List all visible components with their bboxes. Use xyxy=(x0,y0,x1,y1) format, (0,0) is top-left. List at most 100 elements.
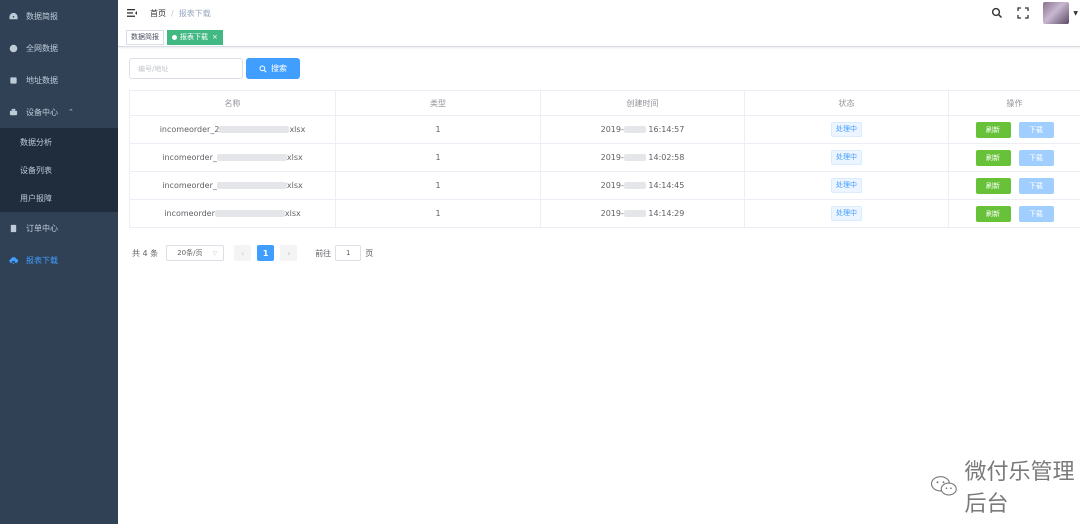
breadcrumb: 首页 / 报表下载 xyxy=(150,8,211,19)
cell-actions: 刷新 下载 xyxy=(948,115,1080,144)
sidebar-item-label: 地址数据 xyxy=(26,75,58,85)
sidebar-item-device-center[interactable]: 设备中心 ⌃ xyxy=(0,96,118,128)
column-header-status: 状态 xyxy=(744,90,949,116)
redacted-text xyxy=(623,154,646,161)
prev-page-button[interactable]: ‹ xyxy=(234,245,252,261)
column-header-created-time: 创建时间 xyxy=(540,90,745,116)
table-row: incomeorder_2 xlsx 1 2019- 16:14:57 处理中 刷… xyxy=(129,115,1080,144)
cell-created-time: 2019- 14:14:29 xyxy=(540,199,745,228)
cell-name: incomeorder_2 xlsx xyxy=(129,115,336,144)
cell-type: 1 xyxy=(335,143,541,172)
search-bar: 搜索 xyxy=(129,58,300,79)
tags-view: 数据简报 报表下载 × xyxy=(118,28,1080,47)
column-header-type: 类型 xyxy=(335,90,541,116)
sidebar-item-label: 全网数据 xyxy=(26,43,58,53)
globe-icon xyxy=(8,43,18,53)
tag-label: 报表下载 xyxy=(180,33,208,41)
cell-actions: 刷新 下载 xyxy=(948,199,1080,228)
search-icon xyxy=(259,64,267,73)
search-icon[interactable] xyxy=(991,7,1003,19)
sidebar-item-label: 设备中心 xyxy=(26,107,58,117)
sidebar-item-label: 设备列表 xyxy=(20,165,52,175)
search-button-label: 搜索 xyxy=(271,64,287,73)
sidebar-item-label: 订单中心 xyxy=(26,223,58,233)
report-table: 名称 类型 创建时间 状态 操作 incomeorder_2 xlsx 1 201… xyxy=(129,90,1080,228)
goto-suffix: 页 xyxy=(365,248,374,258)
chevron-down-icon: ▽ xyxy=(212,249,218,257)
breadcrumb-separator: / xyxy=(171,8,174,18)
cell-type: 1 xyxy=(335,171,541,200)
cell-name: incomeorder xlsx xyxy=(129,199,336,228)
database-icon xyxy=(8,75,18,85)
status-badge: 处理中 xyxy=(831,150,862,165)
fullscreen-icon[interactable] xyxy=(1017,7,1030,19)
sidebar-item-label: 数据分析 xyxy=(20,137,52,147)
table-row: incomeorder_ xlsx 1 2019- 14:14:45 处理中 刷新… xyxy=(129,171,1080,200)
hamburger-icon[interactable] xyxy=(126,7,138,19)
tag-report-download[interactable]: 报表下载 × xyxy=(167,29,223,45)
cell-actions: 刷新 下载 xyxy=(948,171,1080,200)
tag-dashboard[interactable]: 数据简报 xyxy=(126,29,164,45)
sidebar-item-order-center[interactable]: 订单中心 xyxy=(0,212,118,244)
watermark-text: 微付乐管理后台 xyxy=(964,460,1075,517)
refresh-button[interactable]: 刷新 xyxy=(975,149,1011,166)
sidebar-item-dashboard[interactable]: 数据简报 xyxy=(0,0,118,32)
status-badge: 处理中 xyxy=(831,122,862,137)
download-button[interactable]: 下载 xyxy=(1018,205,1054,222)
redacted-text xyxy=(623,210,646,217)
wechat-icon xyxy=(930,476,957,496)
table-row: incomeorder_ xlsx 1 2019- 14:02:58 处理中 刷新… xyxy=(129,143,1080,172)
redacted-text xyxy=(216,182,287,189)
caret-down-icon[interactable]: ▼ xyxy=(1073,10,1078,17)
status-badge: 处理中 xyxy=(831,206,862,221)
device-icon xyxy=(8,107,18,117)
download-button[interactable]: 下载 xyxy=(1018,121,1054,138)
redacted-text xyxy=(623,126,646,133)
sidebar-item-report-download[interactable]: 报表下载 xyxy=(0,244,118,276)
cell-created-time: 2019- 14:14:45 xyxy=(540,171,745,200)
table-row: incomeorder xlsx 1 2019- 14:14:29 处理中 刷新下… xyxy=(129,199,1080,228)
close-icon[interactable]: × xyxy=(212,33,218,41)
refresh-button[interactable]: 刷新 xyxy=(975,177,1011,194)
sidebar-item-device-list[interactable]: 设备列表 xyxy=(0,156,118,184)
refresh-button[interactable]: 刷新 xyxy=(975,205,1011,222)
navbar: 首页 / 报表下载 ▼ xyxy=(118,0,1080,26)
search-button[interactable]: 搜索 xyxy=(246,58,300,79)
goto-page-input[interactable] xyxy=(335,245,362,261)
next-page-button[interactable]: › xyxy=(280,245,298,261)
cell-type: 1 xyxy=(335,115,541,144)
sidebar-item-user-reports[interactable]: 用户报障 xyxy=(0,184,118,212)
page-number-1[interactable]: 1 xyxy=(257,245,275,261)
page-size-select[interactable]: 20条/页 ▽ xyxy=(166,245,225,261)
cell-status: 处理中 xyxy=(744,143,949,172)
search-input[interactable] xyxy=(129,58,243,79)
avatar[interactable] xyxy=(1043,2,1070,24)
cell-status: 处理中 xyxy=(744,171,949,200)
cell-created-time: 2019- 14:02:58 xyxy=(540,143,745,172)
cell-actions: 刷新 下载 xyxy=(948,143,1080,172)
pagination-total: 共 4 条 xyxy=(132,248,159,258)
download-button[interactable]: 下载 xyxy=(1018,149,1054,166)
tag-label: 数据简报 xyxy=(131,33,159,41)
order-icon xyxy=(8,223,18,233)
redacted-text xyxy=(623,182,646,189)
cell-status: 处理中 xyxy=(744,199,949,228)
sidebar-item-address-data[interactable]: 地址数据 xyxy=(0,64,118,96)
chevron-up-icon: ⌃ xyxy=(68,108,74,116)
status-badge: 处理中 xyxy=(831,178,862,193)
dashboard-icon xyxy=(8,11,18,21)
breadcrumb-home[interactable]: 首页 xyxy=(150,8,166,19)
sidebar-item-data-analysis[interactable]: 数据分析 xyxy=(0,128,118,156)
submenu-device-center: 数据分析 设备列表 用户报障 xyxy=(0,128,118,212)
cell-status: 处理中 xyxy=(744,115,949,144)
refresh-button[interactable]: 刷新 xyxy=(975,121,1011,138)
active-dot-icon xyxy=(172,34,177,40)
sidebar-item-network-data[interactable]: 全网数据 xyxy=(0,32,118,64)
cell-created-time: 2019- 16:14:57 xyxy=(540,115,745,144)
cell-name: incomeorder_ xlsx xyxy=(129,171,336,200)
column-header-name: 名称 xyxy=(129,90,336,116)
cell-name: incomeorder_ xlsx xyxy=(129,143,336,172)
redacted-text xyxy=(214,210,285,217)
download-button[interactable]: 下载 xyxy=(1018,177,1054,194)
redacted-text xyxy=(216,154,287,161)
